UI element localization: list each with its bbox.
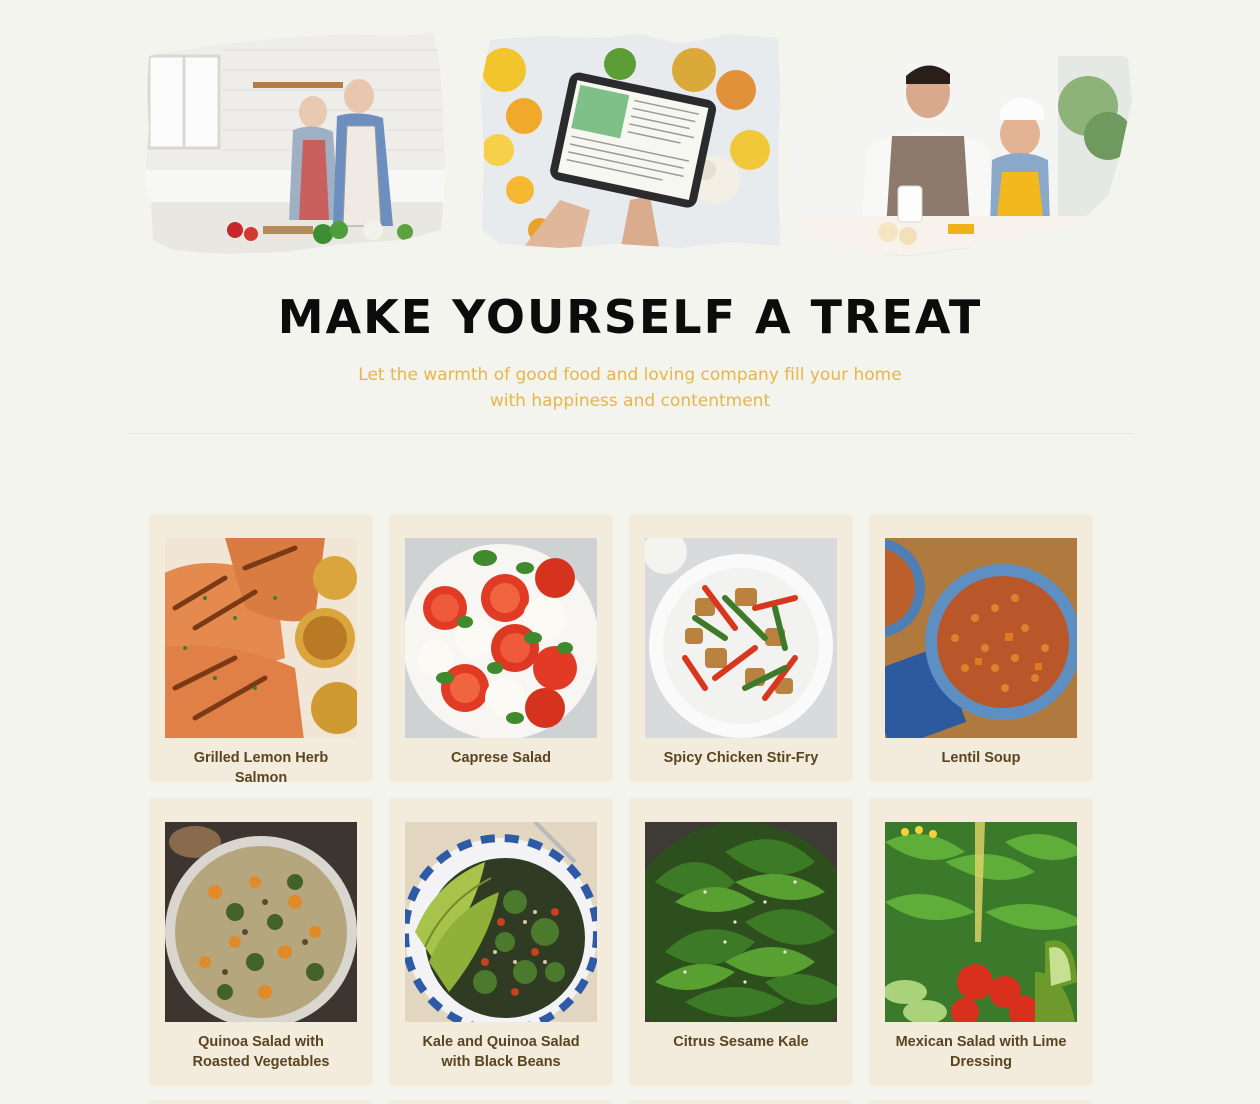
kale-photo[interactable] [645,822,837,1022]
mexican-salad-photo[interactable] [885,822,1077,1022]
recipe-card[interactable]: Quinoa Salad with Roasted Vegetables [149,798,373,1086]
recipe-title[interactable]: Kale and Quinoa Salad with Black Beans [405,1032,597,1072]
recipe-title[interactable]: Lentil Soup [885,748,1077,768]
recipe-card[interactable]: Caprese Salad [389,514,613,782]
page-subtitle: Let the warmth of good food and loving c… [330,362,930,414]
recipe-card[interactable]: Lentil Soup [869,514,1093,782]
recipe-grid-next-row [149,1100,1094,1104]
caprese-photo[interactable] [405,538,597,738]
recipe-card[interactable]: Grilled Lemon Herb Salmon [149,514,373,786]
recipe-card[interactable]: Citrus Sesame Kale [629,798,853,1086]
recipe-card[interactable] [869,1100,1093,1104]
stir-fry-photo[interactable] [645,538,837,738]
recipe-title[interactable]: Grilled Lemon Herb Salmon [165,748,357,788]
recipe-title[interactable]: Caprese Salad [405,748,597,768]
recipe-card[interactable] [149,1100,373,1104]
subtitle-line-1: Let the warmth of good food and loving c… [358,365,902,385]
recipe-card[interactable]: Kale and Quinoa Salad with Black Beans [389,798,613,1086]
kale-quinoa-photo[interactable] [405,822,597,1022]
quinoa-salad-photo[interactable] [165,822,357,1022]
recipe-card[interactable]: Mexican Salad with Lime Dressing [869,798,1093,1086]
lentil-soup-photo[interactable] [885,538,1077,738]
tablet-recipe-photo [480,30,780,252]
recipe-card[interactable] [389,1100,613,1104]
recipe-grid: Grilled Lemon Herb Salmon Caprese Salad … [149,514,1094,1086]
salmon-photo[interactable] [165,538,357,738]
couple-cooking-photo [143,30,448,256]
page-title: MAKE YOURSELF A TREAT [277,290,983,344]
recipe-card[interactable]: Spicy Chicken Stir-Fry [629,514,853,782]
hero-gallery [0,0,1260,260]
section-divider [128,433,1134,434]
subtitle-line-2: with happiness and contentment [489,391,771,411]
recipe-title[interactable]: Quinoa Salad with Roasted Vegetables [165,1032,357,1072]
recipe-card[interactable] [629,1100,853,1104]
father-son-cooking-photo [788,36,1133,260]
recipe-title[interactable]: Mexican Salad with Lime Dressing [885,1032,1077,1072]
recipe-title[interactable]: Spicy Chicken Stir-Fry [645,748,837,768]
recipe-title[interactable]: Citrus Sesame Kale [645,1032,837,1052]
